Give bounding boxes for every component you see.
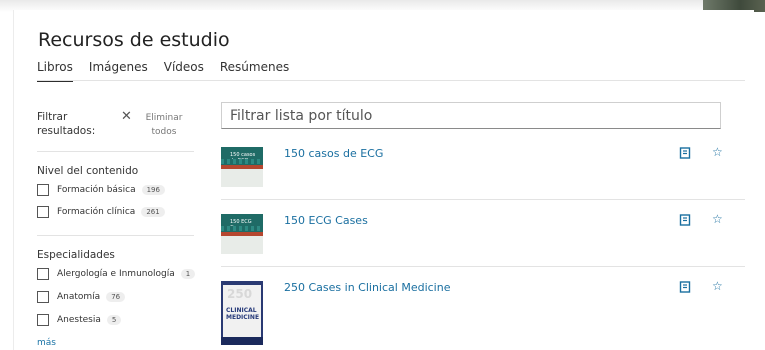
count-badge: 196 <box>141 185 165 195</box>
more-link[interactable]: más <box>37 338 56 348</box>
filter-option-label: Anatomía <box>57 292 101 302</box>
tabs: Libros Imágenes Vídeos Resúmenes <box>37 60 305 82</box>
filter-option-label: Anestesia <box>57 315 101 325</box>
filter-option-label: Formación clínica <box>57 207 136 217</box>
search-box <box>221 102 721 129</box>
book-icon[interactable] <box>679 281 691 293</box>
cover-band <box>221 236 263 254</box>
star-icon[interactable]: ☆ <box>712 145 723 159</box>
book-title-link[interactable]: 250 Cases in Clinical Medicine <box>284 281 450 294</box>
list-item: 250 CLINICAL MEDICINE 250 Cases in Clini… <box>221 279 745 345</box>
count-badge: 261 <box>141 207 165 217</box>
star-icon[interactable]: ☆ <box>712 279 723 293</box>
row-divider <box>221 266 745 267</box>
checkbox[interactable] <box>37 291 49 303</box>
filter-option-anestesia[interactable]: Anestesia 5 <box>37 313 122 327</box>
tabs-divider <box>37 80 745 81</box>
cover-title: CLINICAL MEDICINE <box>226 307 260 321</box>
checkbox[interactable] <box>37 206 49 218</box>
section-title-especialidades: Especialidades <box>37 249 115 261</box>
clear-filters-link[interactable]: Eliminar todos <box>143 111 185 139</box>
book-title-link[interactable]: 150 ECG Cases <box>284 214 368 227</box>
cover-inner: 250 CLINICAL MEDICINE <box>223 285 261 337</box>
section-title-nivel: Nivel del contenido <box>37 165 139 177</box>
count-badge: 76 <box>106 292 126 302</box>
tab-videos[interactable]: Vídeos <box>164 60 204 82</box>
close-icon[interactable]: ✕ <box>121 109 132 124</box>
cover-pattern <box>221 159 263 164</box>
count-badge: 5 <box>106 315 122 325</box>
sidebar-divider <box>37 151 194 152</box>
tab-resumenes[interactable]: Resúmenes <box>220 60 289 82</box>
checkbox[interactable] <box>37 184 49 196</box>
cover-bar <box>221 337 263 345</box>
filter-option-formacion-clinica[interactable]: Formación clínica 261 <box>37 205 165 219</box>
book-cover[interactable]: 150 ECG Cases <box>221 214 263 254</box>
search-input[interactable] <box>222 103 720 128</box>
cover-number: 250 <box>227 287 253 301</box>
filter-option-label: Alergología e Inmunología <box>57 269 175 279</box>
book-icon[interactable] <box>679 147 691 159</box>
filter-option-formacion-basica[interactable]: Formación básica 196 <box>37 183 165 197</box>
tab-libros[interactable]: Libros <box>37 60 73 82</box>
filter-title: Filtrar resultados: <box>37 111 96 137</box>
count-badge: 1 <box>180 269 196 279</box>
book-title-link[interactable]: 150 casos de ECG <box>284 147 383 160</box>
page-title: Recursos de estudio <box>38 28 230 51</box>
book-cover[interactable]: 150 casos de ECG <box>221 147 263 187</box>
row-divider <box>221 199 745 200</box>
checkbox[interactable] <box>37 314 49 326</box>
filter-option-label: Formación básica <box>57 185 136 195</box>
filter-option-alergologia[interactable]: Alergología e Inmunología 1 <box>37 267 196 281</box>
cover-band <box>221 169 263 187</box>
cover-pattern <box>221 226 263 231</box>
checkbox[interactable] <box>37 268 49 280</box>
filter-option-anatomia[interactable]: Anatomía 76 <box>37 290 126 304</box>
list-item: 150 ECG Cases 150 ECG Cases ☆ <box>221 212 745 254</box>
star-icon[interactable]: ☆ <box>712 212 723 226</box>
tab-imagenes[interactable]: Imágenes <box>89 60 148 82</box>
book-icon[interactable] <box>679 214 691 226</box>
book-cover[interactable]: 250 CLINICAL MEDICINE <box>221 281 263 345</box>
sidebar-divider <box>37 235 194 236</box>
list-item: 150 casos de ECG 150 casos de ECG ☆ <box>221 145 745 187</box>
